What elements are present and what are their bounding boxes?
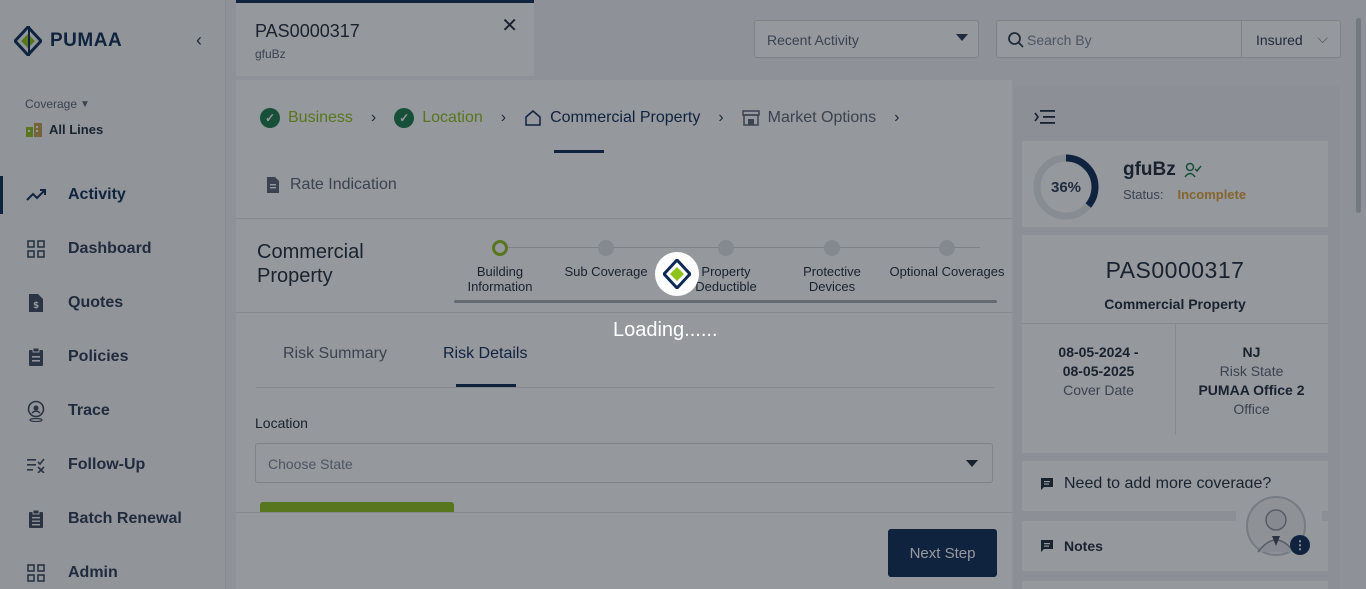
pumaa-logo-icon <box>663 259 691 289</box>
loading-text: Loading...... <box>613 319 718 341</box>
loading-overlay: Loading...... <box>0 0 1366 589</box>
loading-spinner <box>655 252 699 296</box>
